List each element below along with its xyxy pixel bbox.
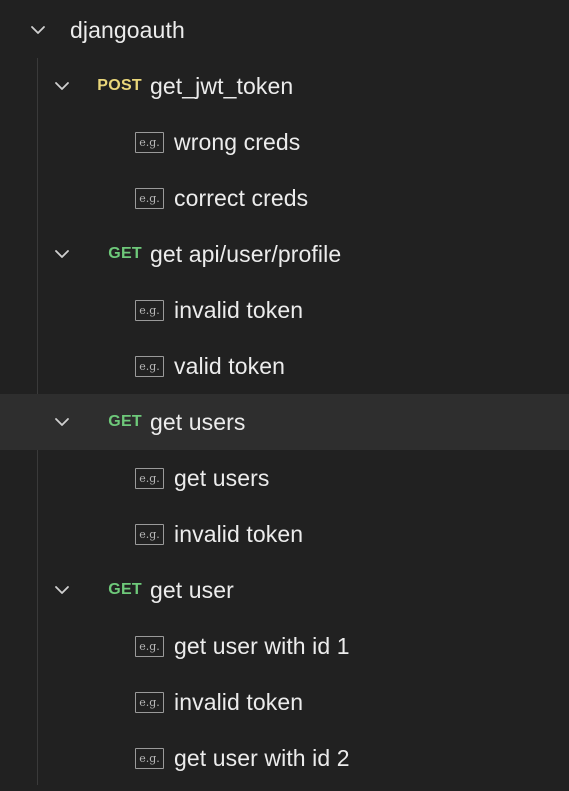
collection-row[interactable]: djangoauth <box>0 2 569 58</box>
method-badge: GET <box>108 245 142 262</box>
chevron-down-icon[interactable] <box>53 581 71 599</box>
example-name: wrong creds <box>174 128 301 155</box>
example-icon: e.g. <box>135 131 164 153</box>
example-row[interactable]: e.g. valid token <box>0 338 569 394</box>
example-row[interactable]: e.g. invalid token <box>0 282 569 338</box>
example-row[interactable]: e.g. correct creds <box>0 170 569 226</box>
example-row[interactable]: e.g. invalid token <box>0 506 569 562</box>
request-row[interactable]: POST get_jwt_token <box>0 58 569 114</box>
example-icon: e.g. <box>135 747 164 769</box>
example-row[interactable]: e.g. get users <box>0 450 569 506</box>
example-icon: e.g. <box>135 467 164 489</box>
example-name: valid token <box>174 352 286 379</box>
collection-name: djangoauth <box>70 16 185 43</box>
request-row[interactable]: GET get api/user/profile <box>0 226 569 282</box>
method-badge: POST <box>97 77 142 94</box>
example-row[interactable]: e.g. wrong creds <box>0 114 569 170</box>
method-badge: GET <box>108 581 142 598</box>
example-name: invalid token <box>174 688 304 715</box>
example-name: invalid token <box>174 520 304 547</box>
collection-tree: djangoauth POST get_jwt_token e.g. wrong… <box>0 0 569 791</box>
example-name: invalid token <box>174 296 304 323</box>
example-row[interactable]: e.g. get user with id 1 <box>0 618 569 674</box>
example-name: correct creds <box>174 184 309 211</box>
chevron-down-icon[interactable] <box>53 77 71 95</box>
example-name: get users <box>174 464 270 491</box>
chevron-down-icon[interactable] <box>53 245 71 263</box>
request-row[interactable]: GET get user <box>0 562 569 618</box>
request-name: get api/user/profile <box>150 240 342 267</box>
request-name: get users <box>150 408 246 435</box>
example-icon: e.g. <box>135 355 164 377</box>
example-row[interactable]: e.g. invalid token <box>0 674 569 730</box>
chevron-down-icon[interactable] <box>29 21 47 39</box>
example-name: get user with id 2 <box>174 744 350 771</box>
example-row[interactable]: e.g. get user with id 2 <box>0 730 569 786</box>
method-badge: GET <box>108 413 142 430</box>
example-name: get user with id 1 <box>174 632 350 659</box>
example-icon: e.g. <box>135 523 164 545</box>
chevron-down-icon[interactable] <box>53 413 71 431</box>
request-row-selected[interactable]: GET get users <box>0 394 569 450</box>
example-icon: e.g. <box>135 691 164 713</box>
example-icon: e.g. <box>135 635 164 657</box>
example-icon: e.g. <box>135 187 164 209</box>
request-name: get user <box>150 576 234 603</box>
example-icon: e.g. <box>135 299 164 321</box>
request-name: get_jwt_token <box>150 72 294 99</box>
